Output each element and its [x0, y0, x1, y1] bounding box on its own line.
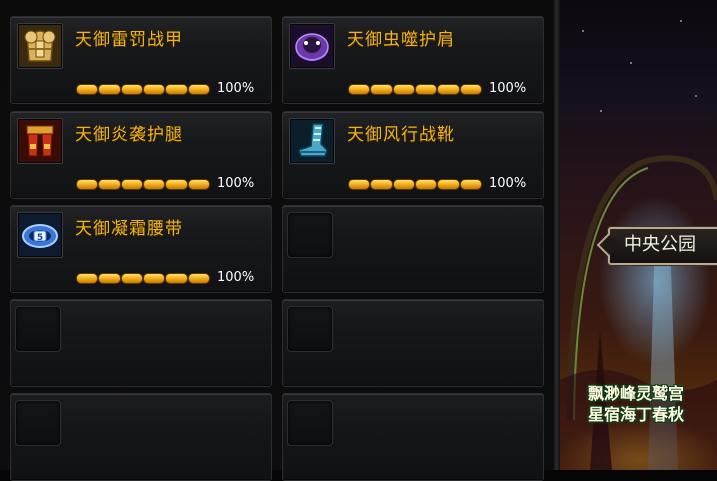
item-name: 天御凝霜腰带: [75, 219, 183, 239]
item-name: 天御雷罚战甲: [75, 30, 183, 50]
red-legguard-icon: [17, 118, 63, 164]
durability-bar: [77, 274, 209, 283]
durability-bar: [349, 85, 481, 94]
empty-icon-slot: [287, 212, 333, 258]
equipment-panel: 天御雷罚战甲 100% 天御虫噬护肩 100% 天御炎袭护腿 100% 天御风行…: [0, 0, 556, 481]
durability-bar: [77, 85, 209, 94]
equipment-slot-boots[interactable]: 天御风行战靴 100%: [282, 111, 544, 199]
empty-icon-slot: [15, 400, 61, 446]
purple-shoulder-icon: [289, 23, 335, 69]
durability-percent: 100%: [217, 270, 255, 285]
durability-percent: 100%: [489, 176, 527, 191]
equipment-slot-belt[interactable]: 5 天御凝霜腰带 100%: [10, 205, 272, 293]
equipment-slot-empty[interactable]: [282, 299, 544, 387]
item-name: 天御虫噬护肩: [347, 30, 455, 50]
equipment-slot-shoulder[interactable]: 天御虫噬护肩 100%: [282, 16, 544, 104]
golden-armor-icon: [17, 23, 63, 69]
location-label[interactable]: 中央公园: [608, 227, 717, 265]
equipment-slot-empty[interactable]: [10, 299, 272, 387]
equipment-slot-legs[interactable]: 天御炎袭护腿 100%: [10, 111, 272, 199]
scene-text-line: 星宿海丁春秋: [588, 405, 685, 424]
durability-percent: 100%: [489, 81, 527, 96]
durability-percent: 100%: [217, 81, 255, 96]
game-scene: 中央公园 飘渺峰灵鹫宫 星宿海丁春秋: [560, 0, 717, 470]
durability-bar: [77, 180, 209, 189]
blue-boots-icon: [289, 118, 335, 164]
durability-percent: 100%: [217, 176, 255, 191]
item-name: 天御风行战靴: [347, 125, 455, 145]
durability-bar: [349, 180, 481, 189]
equipment-slot-empty[interactable]: [282, 393, 544, 481]
item-name: 天御炎袭护腿: [75, 125, 183, 145]
equipment-slot-empty[interactable]: [282, 205, 544, 293]
svg-text:5: 5: [37, 233, 43, 243]
empty-icon-slot: [287, 400, 333, 446]
blue-belt-icon: 5: [17, 212, 63, 258]
empty-icon-slot: [15, 306, 61, 352]
empty-icon-slot: [287, 306, 333, 352]
equipment-slot-armor[interactable]: 天御雷罚战甲 100%: [10, 16, 272, 104]
equipment-slot-empty[interactable]: [10, 393, 272, 481]
